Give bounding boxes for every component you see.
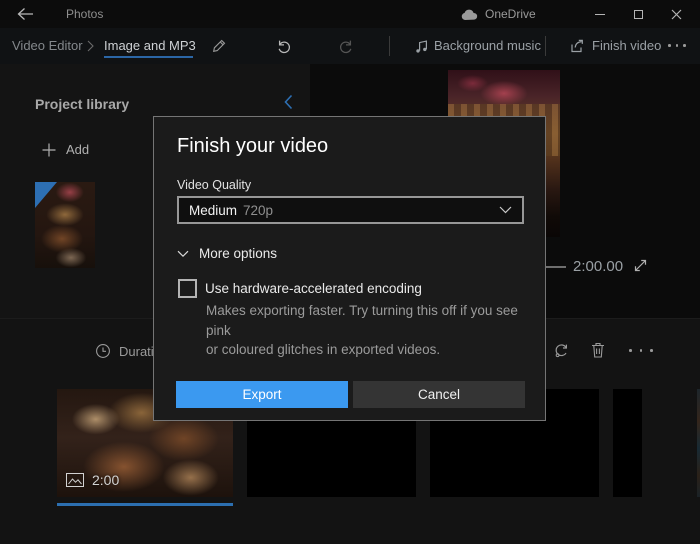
more-options-label: More options [199, 246, 277, 261]
titlebar: Photos OneDrive [0, 0, 700, 28]
clip-duration: 2:00 [92, 472, 119, 488]
video-quality-label: Video Quality [177, 178, 251, 192]
ellipsis-icon [668, 44, 671, 47]
background-music-button[interactable] [414, 38, 429, 54]
back-arrow-icon [17, 7, 34, 21]
editor-toolbar: Video Editor Image and MP3 Back [0, 28, 700, 64]
hardware-encoding-label: Use hardware-accelerated encoding [205, 281, 422, 296]
export-share-icon [568, 37, 586, 55]
chevron-down-icon [499, 206, 512, 214]
library-media-thumbnail[interactable] [35, 182, 95, 268]
image-icon [66, 473, 84, 487]
timeline-more-button[interactable] [629, 349, 653, 352]
maximize-icon [634, 10, 643, 19]
minimize-button[interactable] [583, 0, 617, 28]
rotate-button[interactable] [553, 342, 570, 359]
app-title: Photos [66, 7, 103, 21]
finish-video-dialog: Finish your video Video Quality Medium 7… [153, 116, 546, 421]
trash-icon [590, 341, 606, 359]
onedrive-status[interactable]: OneDrive [460, 5, 536, 23]
breadcrumb-current-tab[interactable]: Image and MP3 [104, 38, 196, 53]
redo-icon [338, 38, 354, 54]
cancel-button[interactable]: Cancel [353, 381, 525, 408]
chevron-down-icon [177, 250, 189, 258]
add-label: Add [66, 142, 89, 157]
toolbar-divider [545, 36, 546, 56]
minimize-icon [595, 14, 605, 15]
expand-icon [632, 257, 652, 274]
close-icon [671, 9, 682, 20]
quality-detail: 720p [243, 203, 273, 218]
hardware-encoding-checkbox[interactable] [178, 279, 197, 298]
clip-selected-bar [57, 503, 233, 506]
export-button[interactable]: Export [176, 381, 348, 408]
background-music-label[interactable]: Background music [434, 38, 541, 53]
finish-video-button[interactable] [568, 37, 586, 55]
back-button[interactable] [12, 4, 38, 24]
delete-button[interactable] [590, 341, 606, 359]
maximize-button[interactable] [621, 0, 655, 28]
dialog-title: Finish your video [177, 135, 328, 158]
clock-icon [95, 343, 111, 359]
chevron-right-icon [87, 40, 94, 52]
more-options-button[interactable] [668, 44, 686, 47]
project-library-title: Project library [35, 96, 129, 112]
add-media-button[interactable]: Add [42, 142, 89, 157]
elapsed-time: 2:00.00 [573, 258, 623, 275]
fullscreen-button[interactable] [632, 257, 652, 277]
hardware-encoding-description: Makes exporting faster. Try turning this… [206, 301, 545, 360]
rename-button[interactable] [211, 38, 227, 54]
chevron-left-icon [281, 93, 301, 111]
quality-value: Medium [189, 203, 237, 218]
undo-button[interactable] [276, 38, 292, 54]
breadcrumb-root[interactable]: Video Editor [12, 38, 83, 53]
onedrive-label: OneDrive [485, 7, 536, 21]
finish-video-label[interactable]: Finish video [592, 38, 661, 53]
redo-button[interactable] [338, 38, 354, 54]
storyboard-clip-4[interactable] [613, 389, 642, 497]
rotate-icon [553, 342, 570, 359]
video-quality-select[interactable]: Medium 720p [177, 196, 524, 224]
ellipsis-icon [629, 349, 632, 352]
cloud-icon [460, 8, 479, 21]
active-tab-underline [104, 56, 193, 58]
music-note-icon [414, 38, 429, 54]
dialog-buttons: Export Cancel [176, 381, 525, 408]
pencil-icon [211, 38, 227, 54]
selected-flag-icon [35, 182, 57, 208]
close-button[interactable] [659, 0, 693, 28]
undo-icon [276, 38, 292, 54]
plus-icon [42, 143, 56, 157]
collapse-panel-button[interactable] [281, 93, 301, 113]
toolbar-divider [389, 36, 390, 56]
more-options-toggle[interactable]: More options [177, 246, 277, 261]
photos-app-window: Photos OneDrive Video Editor Image and M… [0, 0, 700, 544]
clip-duration-badge: 2:00 [66, 472, 119, 488]
